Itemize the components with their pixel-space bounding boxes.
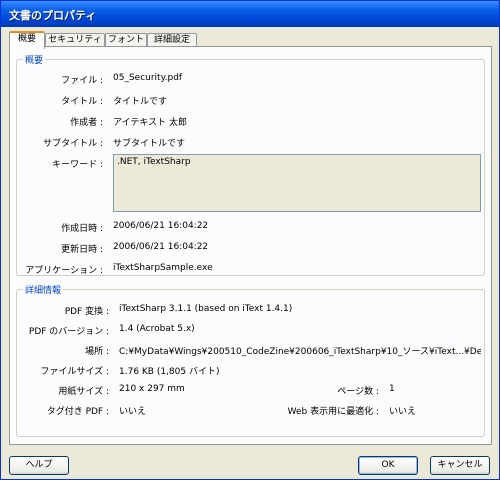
subject-value: サブタイトルです (113, 139, 186, 149)
title-value: タイトルです (113, 97, 168, 107)
pdf-version-value: 1.4 (Acrobat 5.x) (119, 324, 195, 334)
tab-summary-label: 概要 (17, 34, 36, 44)
file-size-label: ファイルサイズ : (40, 367, 109, 377)
fast-web-label: Web 表示用に最適化 : (287, 407, 379, 417)
tab-advanced[interactable]: 詳細設定 (147, 33, 197, 47)
application-label: アプリケーション : (25, 266, 103, 276)
tab-panel-summary: 概要 ファイル : 05_Security.pdf タイトル : タイトルです … (9, 46, 492, 445)
cancel-button[interactable]: キャンセル (430, 456, 490, 475)
tab-security-label: セキュリティ (48, 35, 102, 45)
tab-fonts[interactable]: フォント (105, 33, 147, 47)
author-label: 作成者 : (70, 118, 103, 128)
pdf-version-label: PDF のバージョン : (28, 327, 109, 337)
created-label: 作成日時 : (61, 224, 103, 234)
location-value: C:¥MyData¥Wings¥200510_CodeZine¥200606_i… (119, 347, 481, 357)
modified-value: 2006/06/21 16:04:22 (113, 242, 209, 252)
page-size-label: 用紙サイズ : (58, 387, 109, 397)
tab-advanced-label: 詳細設定 (153, 35, 190, 45)
file-label: ファイル : (61, 76, 103, 86)
window-title: 文書のプロパティ (9, 9, 97, 22)
fast-web-value: いいえ (389, 407, 417, 417)
tab-summary[interactable]: 概要 (9, 31, 45, 49)
author-value: アイテキスト 太郎 (113, 118, 187, 128)
details-group-title: 詳細情報 (23, 283, 64, 296)
tab-fonts-label: フォント (107, 35, 144, 45)
producer-label: PDF 変換 : (64, 307, 109, 317)
help-button[interactable]: ヘルプ (9, 456, 69, 475)
producer-value: iTextSharp 3.1.1 (based on iText 1.4.1) (119, 304, 293, 314)
file-size-value: 1.76 KB (1,805 バイト) (119, 367, 220, 377)
file-value: 05_Security.pdf (113, 73, 183, 83)
document-properties-window: 文書のプロパティ 概要 セキュリティ フォント 詳細設定 概要 ファイル : 0… (0, 0, 500, 480)
page-count-label: ページ数 : (337, 387, 379, 397)
location-label: 場所 : (85, 347, 109, 357)
summary-group: 概要 ファイル : 05_Security.pdf タイトル : タイトルです … (16, 53, 485, 276)
page-count-value: 1 (389, 384, 395, 394)
subject-label: サブタイトル : (43, 139, 103, 149)
created-value: 2006/06/21 16:04:22 (113, 221, 209, 231)
application-value: iTextSharpSample.exe (113, 263, 213, 273)
summary-group-title: 概要 (23, 53, 46, 66)
title-label: タイトル : (61, 97, 103, 107)
ok-button[interactable]: OK (358, 456, 418, 475)
modified-label: 更新日時 : (61, 245, 103, 255)
details-group: 詳細情報 PDF 変換 : iTextSharp 3.1.1 (based on… (16, 283, 485, 437)
keywords-label: キーワード : (52, 160, 103, 170)
tab-security[interactable]: セキュリティ (45, 33, 105, 47)
tagged-pdf-label: タグ付き PDF : (46, 407, 109, 417)
keywords-field[interactable]: .NET, iTextSharp (113, 154, 481, 212)
title-bar[interactable]: 文書のプロパティ (1, 1, 499, 27)
page-size-value: 210 x 297 mm (119, 384, 185, 394)
tagged-pdf-value: いいえ (119, 407, 147, 417)
